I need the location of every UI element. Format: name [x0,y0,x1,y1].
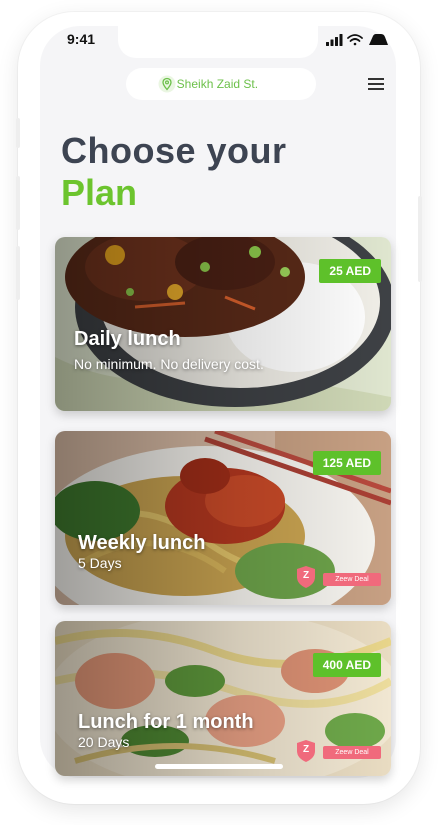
plan-title: Lunch for 1 month [78,711,254,733]
page-title-accent: Plan [61,172,138,213]
deal-label: Zeew Deal [323,746,381,759]
status-time: 9:41 [67,31,96,47]
plan-card-daily[interactable]: 25 AED Daily lunch No minimum. No delive… [55,237,391,411]
battery-icon [369,34,388,45]
deal-badge-letter: Z [302,570,310,581]
price-badge: 125 AED [312,451,381,475]
power-button [418,196,422,282]
home-indicator[interactable] [155,764,283,769]
notch [118,26,318,58]
status-icons [326,34,388,46]
location-selector[interactable]: 88 Sheikh Zaid St. [126,68,316,100]
hamburger-menu-icon[interactable] [368,78,384,90]
volume-down-button [16,246,20,300]
wifi-icon [347,34,363,46]
deal-label: Zeew Deal [323,573,381,586]
mute-switch [16,118,20,148]
plan-title: Daily lunch [74,328,181,350]
plan-card-weekly[interactable]: 125 AED Weekly lunch 5 Days Z Zeew Deal [55,431,391,605]
plan-title: Weekly lunch [78,532,206,554]
location-pin-icon [158,75,176,93]
plan-subtitle: 20 Days [78,734,130,750]
plan-subtitle: No minimum. No delivery cost. [74,356,264,372]
page-title: Choose your [61,130,287,171]
deal-badge-letter: Z [302,744,310,755]
volume-up-button [16,176,20,230]
price-badge: 400 AED [312,653,381,677]
plan-card-monthly[interactable]: 400 AED Lunch for 1 month 20 Days Z Zeew… [55,621,391,776]
plan-subtitle: 5 Days [78,555,122,571]
signal-icon [326,34,343,46]
price-badge: 25 AED [319,259,381,283]
